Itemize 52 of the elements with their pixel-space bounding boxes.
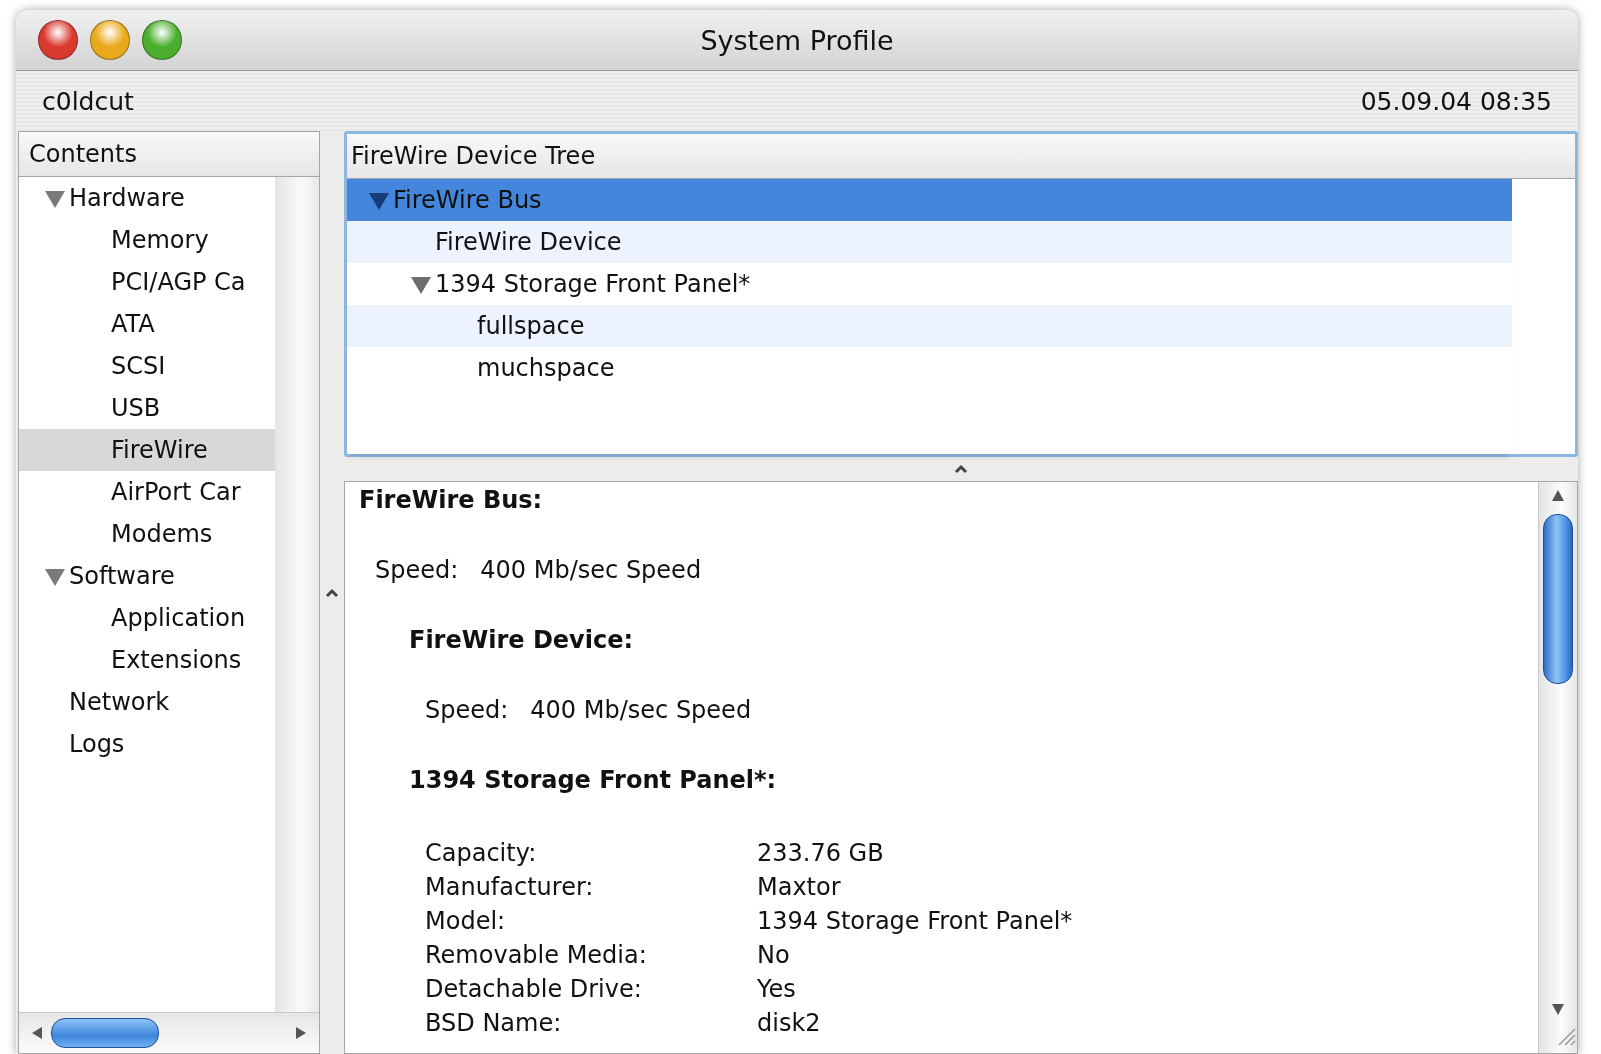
tree-row[interactable]: fullspace <box>347 305 1512 347</box>
field-value: 400 Mb/sec Speed <box>480 556 702 586</box>
section-heading: FireWire Device: <box>409 626 635 656</box>
field-value: No <box>757 940 791 971</box>
window-title: System Profile <box>700 24 894 56</box>
computer-name: c0ldcut <box>42 86 134 116</box>
field-label: Speed: <box>375 556 459 586</box>
sidebar-item[interactable]: Network <box>19 681 275 723</box>
field-label: Detachable Drive: <box>425 974 643 1005</box>
vertical-scrollbar[interactable] <box>1538 482 1577 1053</box>
field-value: 1394 Storage Front Panel* <box>757 906 1074 937</box>
field-value: 233.76 GB <box>757 838 885 869</box>
sidebar-item[interactable]: Extensions <box>19 639 275 681</box>
sidebar-item[interactable]: Software <box>19 555 275 597</box>
horizontal-scrollbar[interactable] <box>19 1012 319 1053</box>
tree-row[interactable]: 1394 Storage Front Panel* <box>347 263 1512 305</box>
column-header[interactable]: Contents <box>19 132 319 177</box>
close-button[interactable] <box>38 20 78 60</box>
scroll-thumb[interactable] <box>51 1018 159 1048</box>
sidebar-item[interactable]: AirPort Car <box>19 471 275 513</box>
up-arrow-icon[interactable] <box>1550 488 1566 504</box>
field-label: Manufacturer: <box>425 872 595 903</box>
sidebar-item[interactable]: Hardware <box>19 177 275 219</box>
sidebar-item[interactable]: Memory <box>19 219 275 261</box>
sidebar-item[interactable]: SCSI <box>19 345 275 387</box>
sidebar-item[interactable]: ATA <box>19 303 275 345</box>
sidebar-item[interactable]: FireWire <box>19 429 275 471</box>
tree-row[interactable]: muchspace <box>347 347 1512 389</box>
scroll-thumb[interactable] <box>1543 514 1573 684</box>
tree-row[interactable]: FireWire Bus <box>347 179 1512 221</box>
timestamp: 05.09.04 08:35 <box>1360 86 1552 116</box>
minimize-button[interactable] <box>90 20 130 60</box>
field-value: Maxtor <box>757 872 842 903</box>
field-value: disk2 <box>757 1008 822 1039</box>
field-label: BSD Name: <box>425 1008 563 1039</box>
field-label: Speed: <box>425 696 509 726</box>
sidebar-item[interactable]: Application <box>19 597 275 639</box>
down-arrow-icon[interactable] <box>1550 1001 1566 1017</box>
sidebar-item[interactable]: Logs <box>19 723 275 765</box>
section-heading: FireWire Bus: <box>359 486 544 516</box>
sidebar-item[interactable]: PCI/AGP Ca <box>19 261 275 303</box>
zoom-button[interactable] <box>142 20 182 60</box>
sidebar-item[interactable]: Modems <box>19 513 275 555</box>
field-label: Model: <box>425 906 507 937</box>
field-label: Removable Media: <box>425 940 648 971</box>
column-header[interactable]: FireWire Device Tree <box>347 134 1575 179</box>
sidebar-item[interactable]: USB <box>19 387 275 429</box>
field-label: Capacity: <box>425 838 538 869</box>
field-value: 400 Mb/sec Speed <box>530 696 752 726</box>
field-value: Yes <box>757 974 797 1005</box>
section-heading: 1394 Storage Front Panel*: <box>409 766 778 796</box>
tree-row[interactable]: FireWire Device <box>347 221 1512 263</box>
